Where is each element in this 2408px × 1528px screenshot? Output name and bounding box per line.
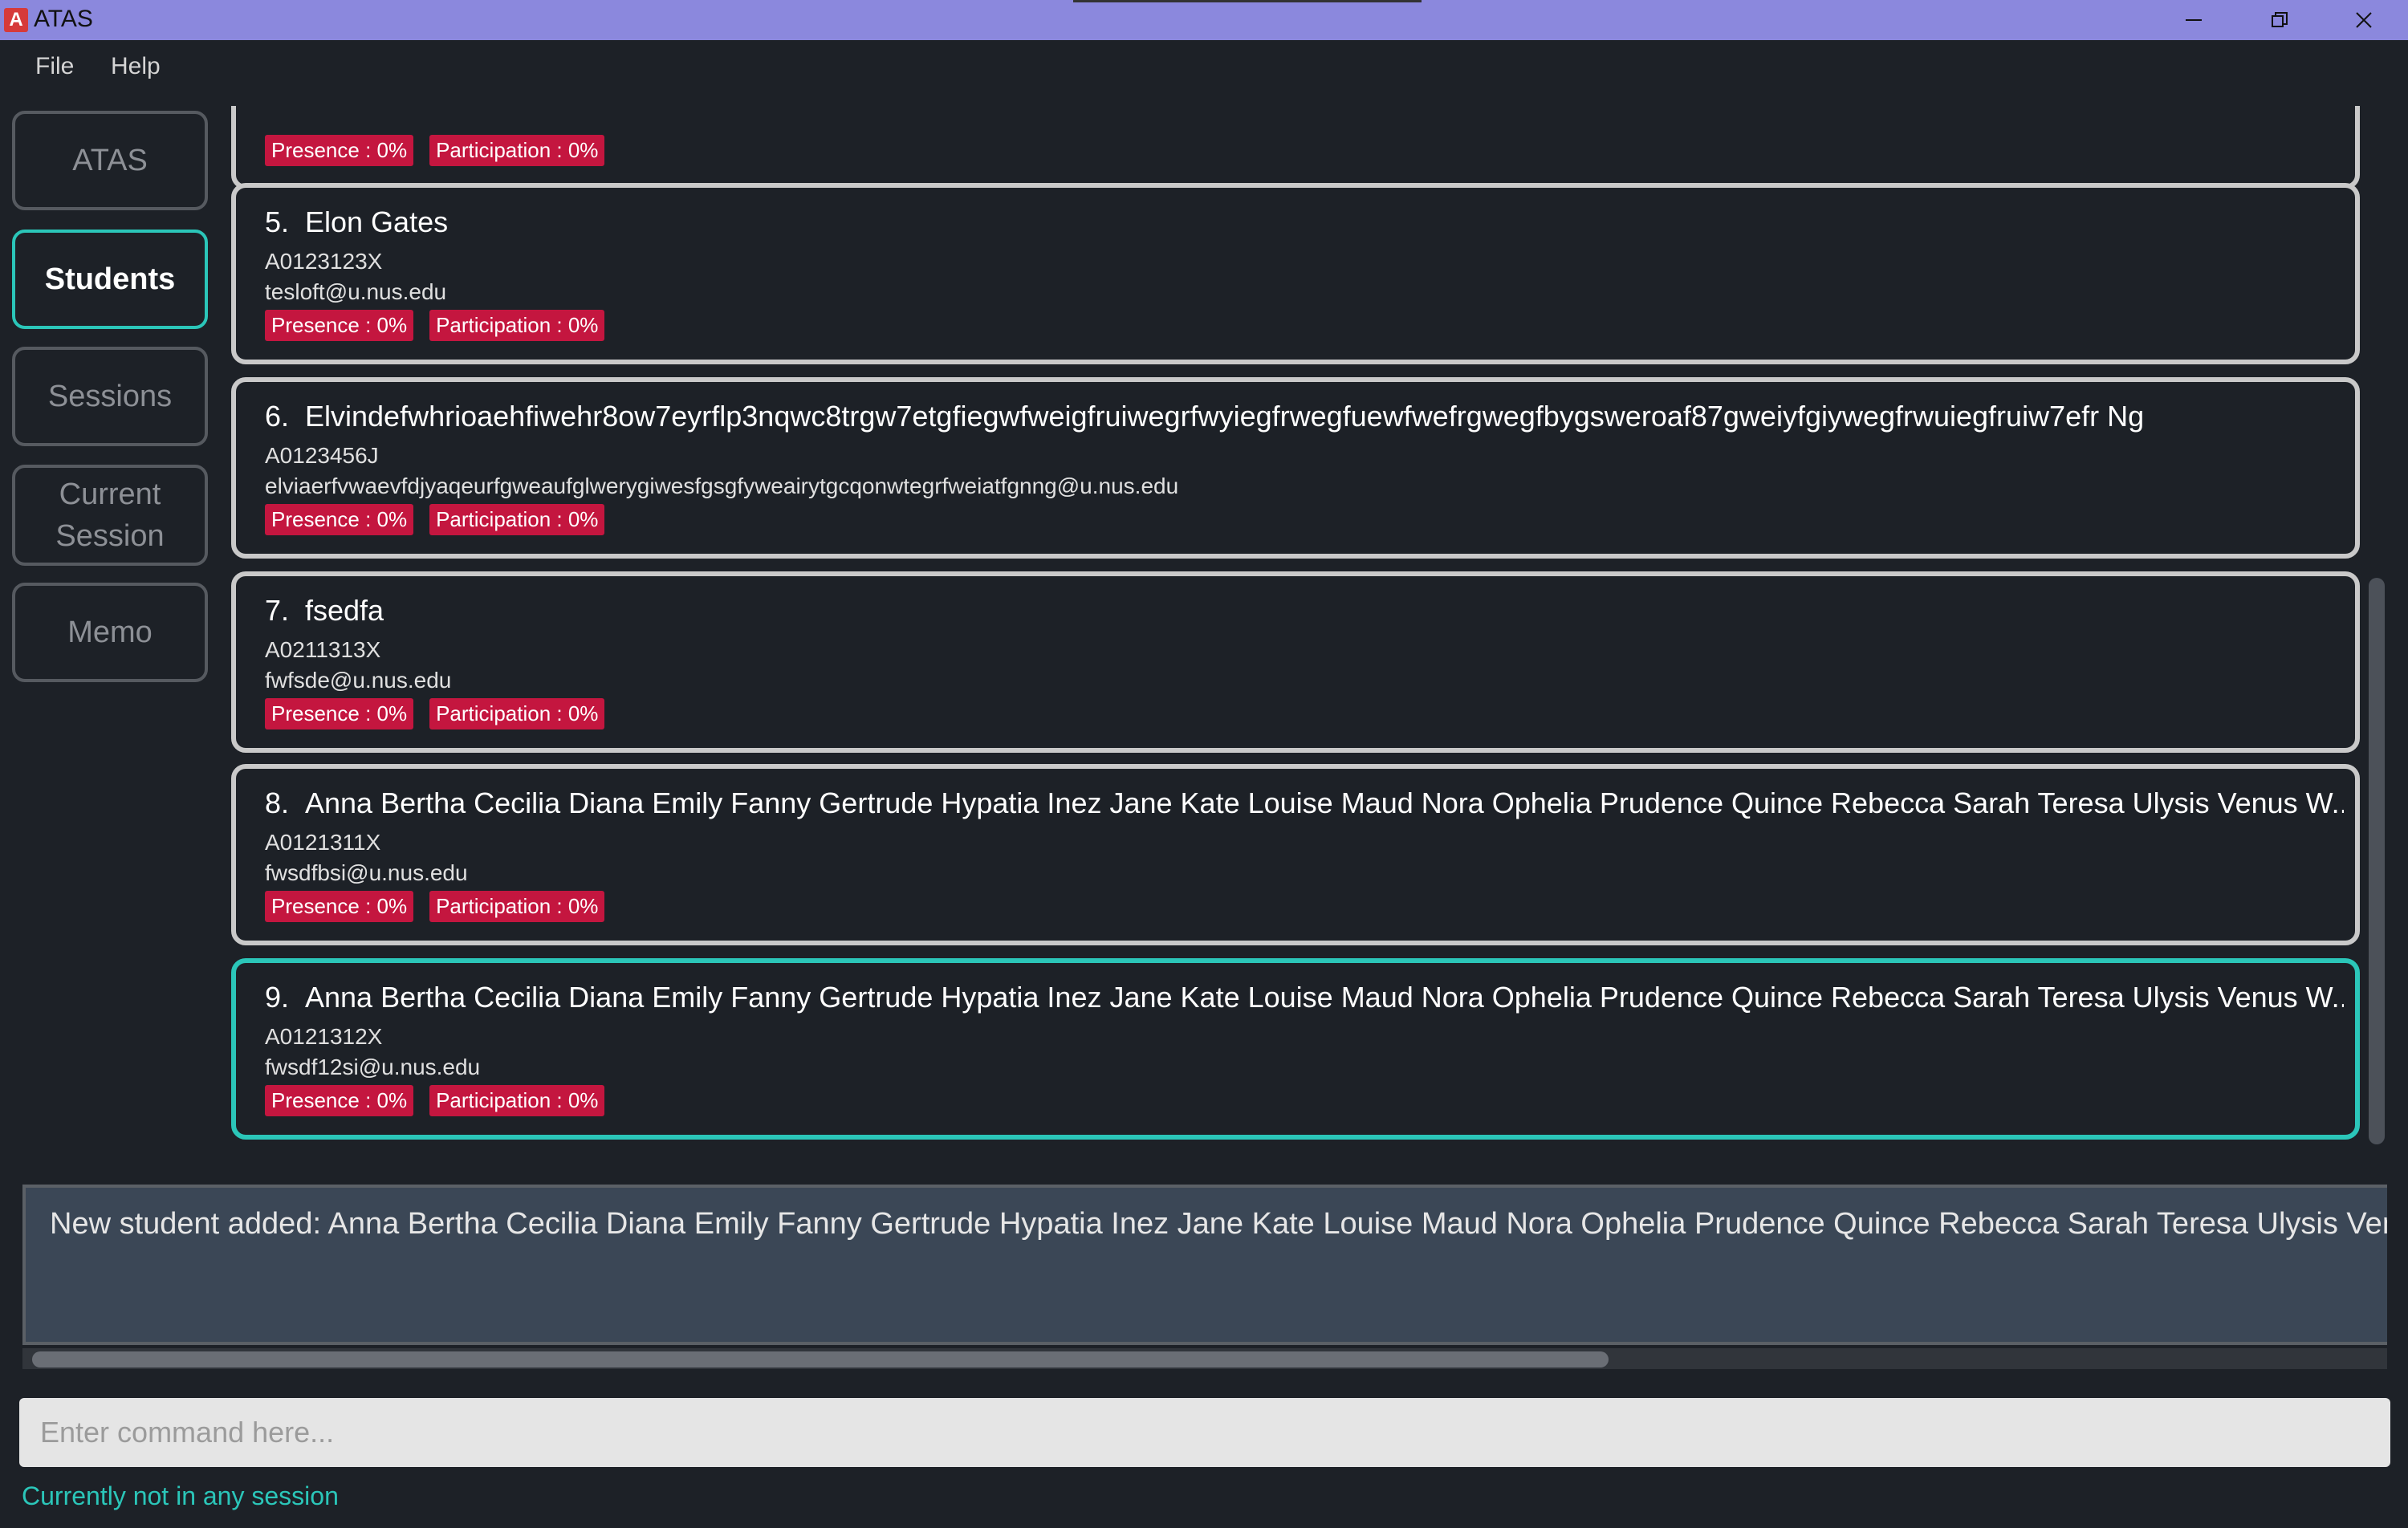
student-email: fwfsde@u.nus.edu xyxy=(265,668,452,693)
result-message: New student added: Anna Bertha Cecilia D… xyxy=(50,1207,2387,1241)
presence-tag: Presence : 0% xyxy=(265,310,414,341)
sidebar-item-sessions[interactable]: Sessions xyxy=(12,347,208,446)
restore-button[interactable] xyxy=(2239,0,2320,40)
participation-tag: Participation : 0% xyxy=(429,698,605,729)
tag-row: Presence : 0% Participation : 0% xyxy=(265,504,605,535)
student-index: 5. xyxy=(265,205,290,238)
student-matric: A0123456J xyxy=(265,443,379,468)
title-bar: A ATAS xyxy=(0,0,2408,40)
window-title: ATAS xyxy=(34,6,93,32)
student-card[interactable]: 7. fsedfa A0211313X fwfsde@u.nus.edu Pres… xyxy=(231,571,2360,753)
student-card[interactable]: 6. Elvindefwhrioaehfiwehr8ow7eyrflp3nqwc8… xyxy=(231,377,2360,559)
sidebar-item-memo[interactable]: Memo xyxy=(12,583,208,682)
student-name-text: Elon Gates xyxy=(305,205,449,238)
participation-tag: Participation : 0% xyxy=(429,1085,605,1116)
student-name-text: Anna Bertha Cecilia Diana Emily Fanny Ge… xyxy=(305,981,2344,1014)
tag-row: Presence : 0% Participation : 0% xyxy=(265,891,605,922)
student-card[interactable]: 5. Elon Gates A0123123X tesloft@u.nus.edu… xyxy=(231,183,2360,364)
student-name: 7. fsedfa xyxy=(265,594,2344,628)
student-matric: A0123123X xyxy=(265,249,383,274)
result-display[interactable]: New student added: Anna Bertha Cecilia D… xyxy=(22,1185,2387,1345)
student-name-text: fsedfa xyxy=(305,594,384,627)
session-status: Currently not in any session xyxy=(22,1481,339,1510)
student-list[interactable]: Presence : 0% Participation : 0% 5. Elon … xyxy=(228,106,2371,1144)
presence-tag: Presence : 0% xyxy=(265,135,414,166)
student-index: 8. xyxy=(265,786,290,819)
student-index: 9. xyxy=(265,981,290,1014)
student-name: 8. Anna Bertha Cecilia Diana Emily Fanny … xyxy=(265,786,2344,820)
menu-help[interactable]: Help xyxy=(111,53,161,80)
participation-tag: Participation : 0% xyxy=(429,891,605,922)
participation-tag: Participation : 0% xyxy=(429,504,605,535)
student-matric: A0211313X xyxy=(265,637,381,662)
student-matric: A0121312X xyxy=(265,1024,383,1049)
student-name: 6. Elvindefwhrioaehfiwehr8ow7eyrflp3nqwc8… xyxy=(265,400,2344,433)
title-divider xyxy=(1073,0,1422,2)
student-index: 7. xyxy=(265,594,290,627)
student-matric: A0121311X xyxy=(265,830,381,855)
presence-tag: Presence : 0% xyxy=(265,891,414,922)
presence-tag: Presence : 0% xyxy=(265,698,414,729)
presence-tag: Presence : 0% xyxy=(265,1085,414,1116)
student-index: 6. xyxy=(265,400,290,433)
student-name: 5. Elon Gates xyxy=(265,205,2344,239)
tag-row: Presence : 0% Participation : 0% xyxy=(265,135,605,166)
student-card[interactable]: 8. Anna Bertha Cecilia Diana Emily Fanny … xyxy=(231,764,2360,945)
participation-tag: Participation : 0% xyxy=(429,135,605,166)
menu-bar: File Help xyxy=(0,40,2408,104)
tag-row: Presence : 0% Participation : 0% xyxy=(265,698,605,729)
close-icon xyxy=(2356,12,2372,28)
minimize-button[interactable] xyxy=(2154,0,2234,40)
tag-row: Presence : 0% Participation : 0% xyxy=(265,1085,605,1116)
app-logo-icon: A xyxy=(4,8,28,32)
student-email: elviaerfvwaevfdjyaqeurfgweaufglwerygiwes… xyxy=(265,473,1179,498)
student-email: fwsdf12si@u.nus.edu xyxy=(265,1055,481,1079)
tag-row: Presence : 0% Participation : 0% xyxy=(265,310,605,341)
student-name-text: Elvindefwhrioaehfiwehr8ow7eyrflp3nqwc8tr… xyxy=(305,400,2145,433)
student-card-selected[interactable]: 9. Anna Bertha Cecilia Diana Emily Fanny … xyxy=(231,958,2360,1140)
student-email: fwsdfbsi@u.nus.edu xyxy=(265,860,468,885)
result-scrollbar-thumb[interactable] xyxy=(32,1351,1609,1367)
presence-tag: Presence : 0% xyxy=(265,504,414,535)
student-name-text: Anna Bertha Cecilia Diana Emily Fanny Ge… xyxy=(305,786,2344,819)
close-button[interactable] xyxy=(2324,0,2404,40)
sidebar-item-students[interactable]: Students xyxy=(12,230,208,329)
list-scrollbar-thumb[interactable] xyxy=(2369,578,2385,1144)
student-card[interactable]: Presence : 0% Participation : 0% xyxy=(231,106,2360,189)
menu-file[interactable]: File xyxy=(35,53,74,80)
restore-icon xyxy=(2272,12,2288,27)
minimize-icon xyxy=(2186,19,2202,21)
student-name: 9. Anna Bertha Cecilia Diana Emily Fanny … xyxy=(265,981,2344,1014)
participation-tag: Participation : 0% xyxy=(429,310,605,341)
command-input[interactable] xyxy=(19,1398,2390,1467)
sidebar-item-atas[interactable]: ATAS xyxy=(12,111,208,210)
student-email: tesloft@u.nus.edu xyxy=(265,279,447,304)
sidebar-item-current-session[interactable]: Current Session xyxy=(12,465,208,566)
